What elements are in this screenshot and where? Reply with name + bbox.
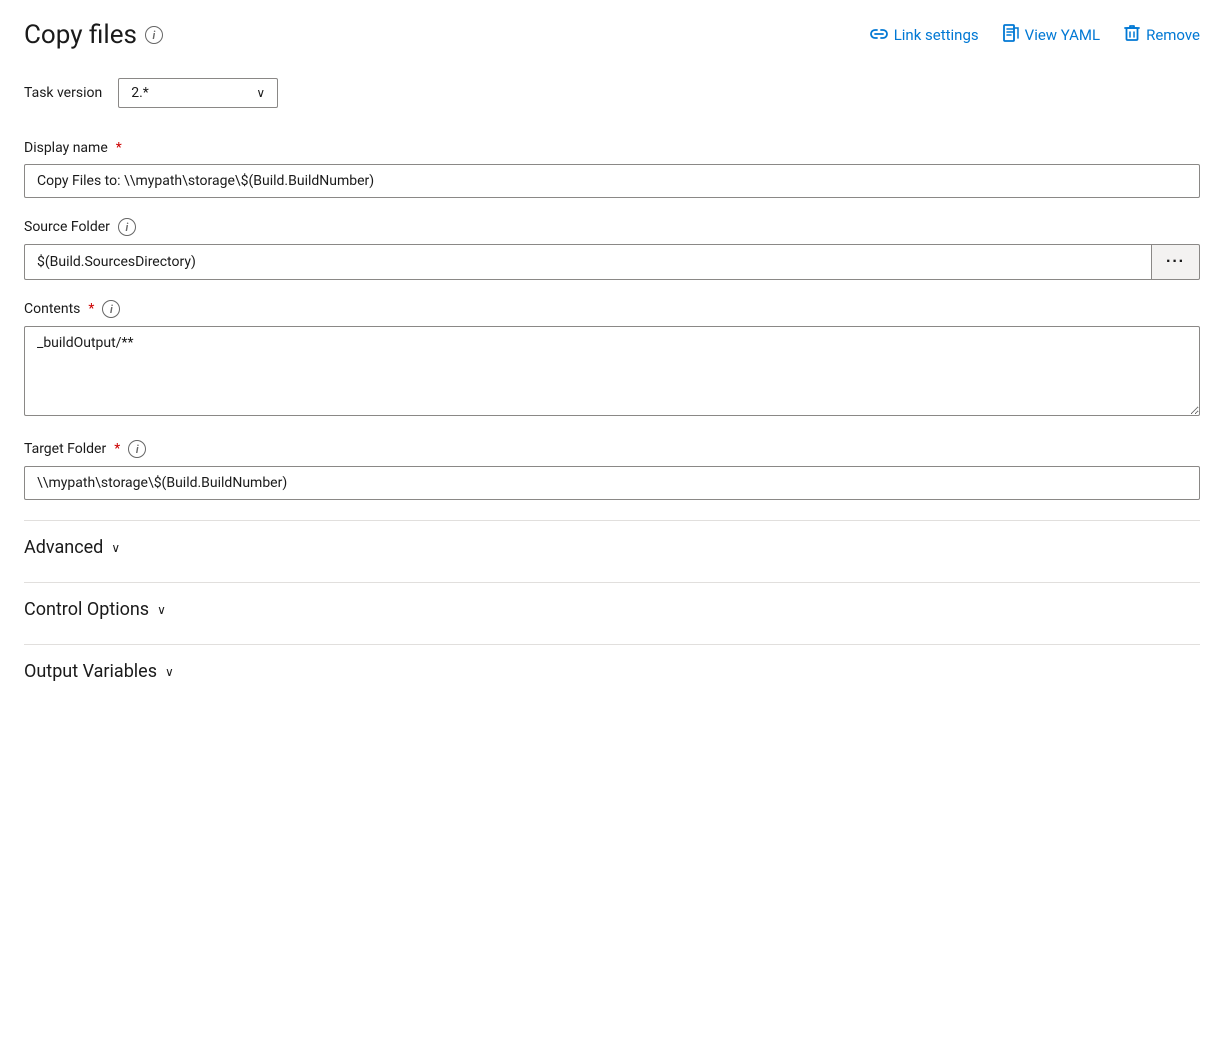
advanced-title: Advanced — [24, 537, 103, 558]
task-version-label: Task version — [24, 85, 102, 101]
source-folder-input-row: ··· — [24, 244, 1200, 280]
target-folder-required: * — [114, 441, 120, 457]
target-folder-info-icon[interactable]: i — [128, 440, 146, 458]
advanced-chevron-icon: ∨ — [111, 541, 120, 555]
header-actions: Link settings View YAML — [870, 24, 1200, 46]
display-name-label: Display name — [24, 140, 108, 156]
target-folder-label-row: Target Folder * i — [24, 440, 1200, 458]
page-title: Copy files — [24, 20, 137, 50]
trash-icon — [1124, 24, 1140, 46]
display-name-input[interactable] — [24, 164, 1200, 198]
target-folder-section: Target Folder * i — [24, 440, 1200, 500]
remove-label: Remove — [1146, 26, 1200, 44]
source-folder-label: Source Folder — [24, 219, 110, 235]
control-options-header[interactable]: Control Options ∨ — [24, 582, 1200, 636]
display-name-label-row: Display name * — [24, 140, 1200, 156]
control-options-chevron-icon: ∨ — [157, 603, 166, 617]
contents-info-icon[interactable]: i — [102, 300, 120, 318]
control-options-title: Control Options — [24, 599, 149, 620]
ellipsis-label: ··· — [1166, 253, 1185, 271]
display-name-section: Display name * — [24, 140, 1200, 198]
output-variables-chevron-icon: ∨ — [165, 665, 174, 679]
contents-required: * — [88, 301, 94, 317]
source-folder-info-icon[interactable]: i — [118, 218, 136, 236]
source-folder-label-row: Source Folder i — [24, 218, 1200, 236]
output-variables-header[interactable]: Output Variables ∨ — [24, 644, 1200, 698]
title-info-icon[interactable]: i — [145, 26, 163, 44]
page-header: Copy files i Link settings — [24, 20, 1200, 50]
link-settings-label: Link settings — [894, 26, 979, 44]
target-folder-label: Target Folder — [24, 441, 106, 457]
advanced-header[interactable]: Advanced ∨ — [24, 520, 1200, 574]
view-yaml-button[interactable]: View YAML — [1003, 24, 1100, 46]
version-chevron-icon: ∨ — [256, 86, 265, 100]
task-version-row: Task version 2.* ∨ — [24, 78, 1200, 108]
link-icon — [870, 26, 888, 45]
output-variables-section: Output Variables ∨ — [24, 644, 1200, 698]
target-folder-input[interactable] — [24, 466, 1200, 500]
yaml-icon — [1003, 24, 1019, 46]
source-folder-browse-button[interactable]: ··· — [1152, 244, 1200, 280]
contents-label: Contents — [24, 301, 80, 317]
version-value: 2.* — [131, 85, 149, 101]
display-name-required: * — [116, 140, 122, 156]
link-settings-button[interactable]: Link settings — [870, 26, 979, 45]
output-variables-title: Output Variables — [24, 661, 157, 682]
control-options-section: Control Options ∨ — [24, 582, 1200, 636]
view-yaml-label: View YAML — [1025, 26, 1100, 44]
source-folder-section: Source Folder i ··· — [24, 218, 1200, 280]
header-left: Copy files i — [24, 20, 163, 50]
task-version-select[interactable]: 2.* ∨ — [118, 78, 278, 108]
advanced-section: Advanced ∨ — [24, 520, 1200, 574]
source-folder-input[interactable] — [24, 244, 1152, 280]
remove-button[interactable]: Remove — [1124, 24, 1200, 46]
contents-textarea[interactable]: _buildOutput/** — [24, 326, 1200, 416]
contents-label-row: Contents * i — [24, 300, 1200, 318]
contents-section: Contents * i _buildOutput/** — [24, 300, 1200, 420]
